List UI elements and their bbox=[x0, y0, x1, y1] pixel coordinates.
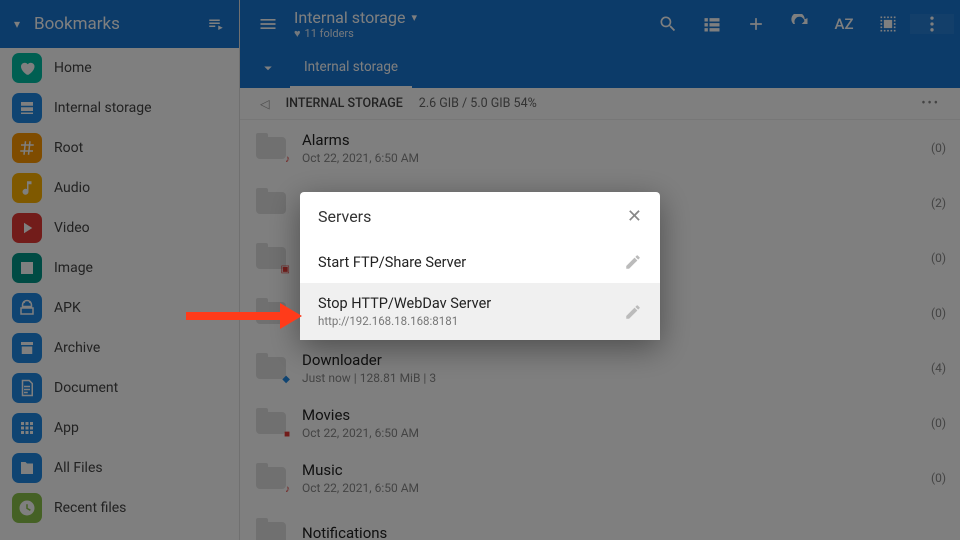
server-item[interactable]: Start FTP/Share Server bbox=[300, 241, 660, 283]
server-label: Start FTP/Share Server bbox=[318, 254, 624, 271]
dialog-title: Servers bbox=[318, 207, 627, 226]
servers-dialog: Servers ✕ Start FTP/Share Server Stop HTT… bbox=[300, 192, 660, 340]
close-icon[interactable]: ✕ bbox=[627, 206, 642, 227]
edit-icon[interactable] bbox=[624, 303, 642, 321]
edit-icon[interactable] bbox=[624, 253, 642, 271]
server-label: Stop HTTP/WebDav Server bbox=[318, 295, 624, 312]
server-url: http://192.168.18.168:8181 bbox=[318, 314, 624, 328]
server-item[interactable]: Stop HTTP/WebDav Server http://192.168.18… bbox=[300, 283, 660, 340]
